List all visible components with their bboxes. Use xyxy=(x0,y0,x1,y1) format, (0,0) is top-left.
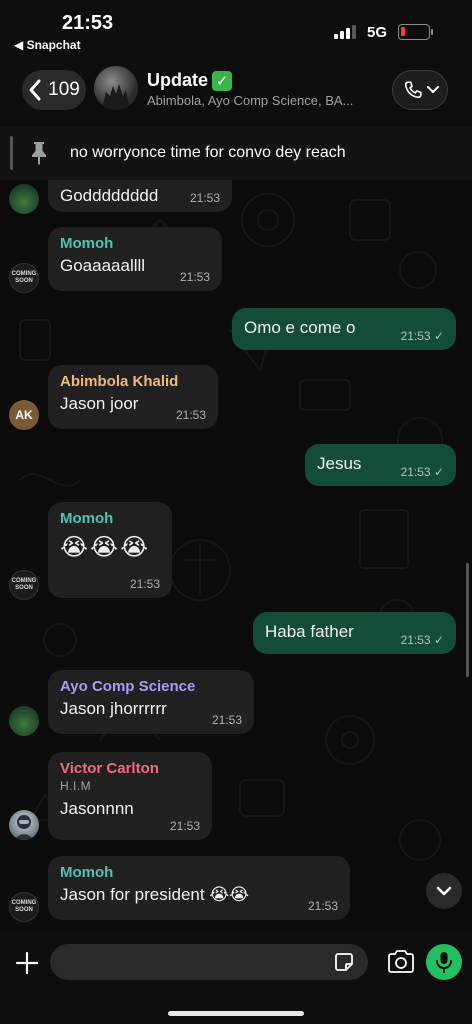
status-bar: 21:53 ◀ Snapchat 5G xyxy=(0,0,472,58)
chevron-down-icon xyxy=(436,886,452,896)
phone-icon xyxy=(404,81,422,99)
check-badge-icon: ✓ xyxy=(212,70,233,91)
message-bubble-outgoing[interactable]: Haba father 21:53 ✓ xyxy=(253,612,456,654)
message-text: 😭😭😭 xyxy=(60,534,151,561)
message-bubble-incoming[interactable]: Abimbola Khalid Jason joor 21:53 xyxy=(48,365,218,429)
avatar-label: COMING SOON xyxy=(11,900,37,913)
sender-name[interactable]: Abimbola Khalid xyxy=(60,373,206,390)
sender-avatar[interactable] xyxy=(9,184,39,214)
call-button[interactable] xyxy=(392,70,448,110)
sender-avatar[interactable]: COMING SOON xyxy=(9,892,39,922)
message-bubble-outgoing[interactable]: Jesus 21:53 ✓ xyxy=(305,444,456,486)
pinned-message-bar[interactable]: no worryonce time for convo dey reach xyxy=(0,126,472,180)
signal-icon xyxy=(334,25,356,39)
battery-icon xyxy=(398,24,433,40)
attach-button[interactable] xyxy=(12,948,42,978)
message-bubble-incoming[interactable]: Momoh 😭😭😭 21:53 xyxy=(48,502,172,598)
message-text: Jasonnnn xyxy=(60,799,134,818)
message-timestamp: 21:53 xyxy=(175,408,206,422)
message-timestamp: 21:53 xyxy=(179,270,210,284)
group-title[interactable]: Update ✓ xyxy=(147,70,233,91)
status-time: 21:53 xyxy=(62,12,114,34)
group-title-text: Update xyxy=(147,70,209,90)
chat-header: 109 Update ✓ Abimbola, Ayo Comp Science,… xyxy=(0,58,472,122)
avatar-label: COMING SOON xyxy=(11,578,37,591)
sender-name[interactable]: Victor Carlton xyxy=(60,760,200,777)
sender-name[interactable]: Momoh xyxy=(60,235,210,252)
camera-icon[interactable] xyxy=(386,948,416,976)
message-timestamp: 21:53 ✓ xyxy=(400,465,444,479)
unread-count: 109 xyxy=(48,79,80,100)
message-timestamp: 21:53 xyxy=(129,577,160,591)
scroll-to-bottom-button[interactable] xyxy=(426,873,462,909)
sender-avatar[interactable]: AK xyxy=(9,400,39,430)
message-bubble-incoming[interactable]: Ayo Comp Science Jason jhorrrrrr 21:53 xyxy=(48,670,254,734)
pinned-message-text: no worryonce time for convo dey reach xyxy=(70,144,346,161)
sender-name[interactable]: Ayo Comp Science xyxy=(60,678,242,695)
message-bubble-incoming[interactable]: Momoh Goaaaaallll 21:53 xyxy=(48,227,222,291)
sender-name[interactable]: Momoh xyxy=(60,510,160,527)
message-bubble-incoming[interactable]: Victor Carlton H.I.M Jasonnnn 21:53 xyxy=(48,752,212,840)
chevron-left-icon xyxy=(29,79,41,101)
back-button[interactable]: 109 xyxy=(22,70,86,110)
message-timestamp: 21:53 ✓ xyxy=(400,633,444,647)
voice-record-button[interactable] xyxy=(426,944,462,980)
group-members-subtitle[interactable]: Abimbola, Ayo Comp Science, BA... xyxy=(147,93,353,108)
avatar-initials: AK xyxy=(15,408,33,422)
home-indicator[interactable] xyxy=(168,1011,304,1016)
pinned-indicator xyxy=(10,136,13,170)
plus-icon xyxy=(15,951,39,975)
chat-scrollbar[interactable] xyxy=(466,563,469,677)
network-label: 5G xyxy=(367,24,388,41)
chevron-down-icon xyxy=(426,86,439,94)
message-input[interactable] xyxy=(50,944,368,980)
sticker-icon[interactable] xyxy=(332,950,356,974)
message-text: Jason for president 😭😭 xyxy=(60,885,250,904)
message-timestamp: 21:53 xyxy=(307,899,338,913)
message-bubble-incoming[interactable]: Momoh Jason for president 😭😭 21:53 xyxy=(48,856,350,920)
sender-avatar[interactable]: COMING SOON xyxy=(9,263,39,293)
message-bubble-outgoing[interactable]: Omo e come o 21:53 ✓ xyxy=(232,308,456,350)
sender-avatar[interactable] xyxy=(9,810,39,840)
back-to-app-link[interactable]: ◀ Snapchat xyxy=(14,38,81,52)
sender-avatar[interactable] xyxy=(9,706,39,736)
pin-icon xyxy=(32,142,46,165)
message-bubble-incoming[interactable]: Godddddddd 21:53 xyxy=(48,180,232,212)
message-timestamp: 21:53 xyxy=(169,819,200,833)
sender-name[interactable]: Momoh xyxy=(60,864,338,881)
message-timestamp: 21:53 xyxy=(189,191,220,205)
sender-status: H.I.M xyxy=(60,779,92,793)
message-timestamp: 21:53 ✓ xyxy=(400,329,444,343)
chat-area[interactable]: Godddddddd 21:53 COMING SOON Momoh Goaaa… xyxy=(0,180,472,932)
microphone-icon xyxy=(436,952,452,973)
avatar-label: COMING SOON xyxy=(11,271,37,284)
message-timestamp: 21:53 xyxy=(211,713,242,727)
sender-avatar[interactable]: COMING SOON xyxy=(9,570,39,600)
group-avatar[interactable] xyxy=(94,66,138,110)
